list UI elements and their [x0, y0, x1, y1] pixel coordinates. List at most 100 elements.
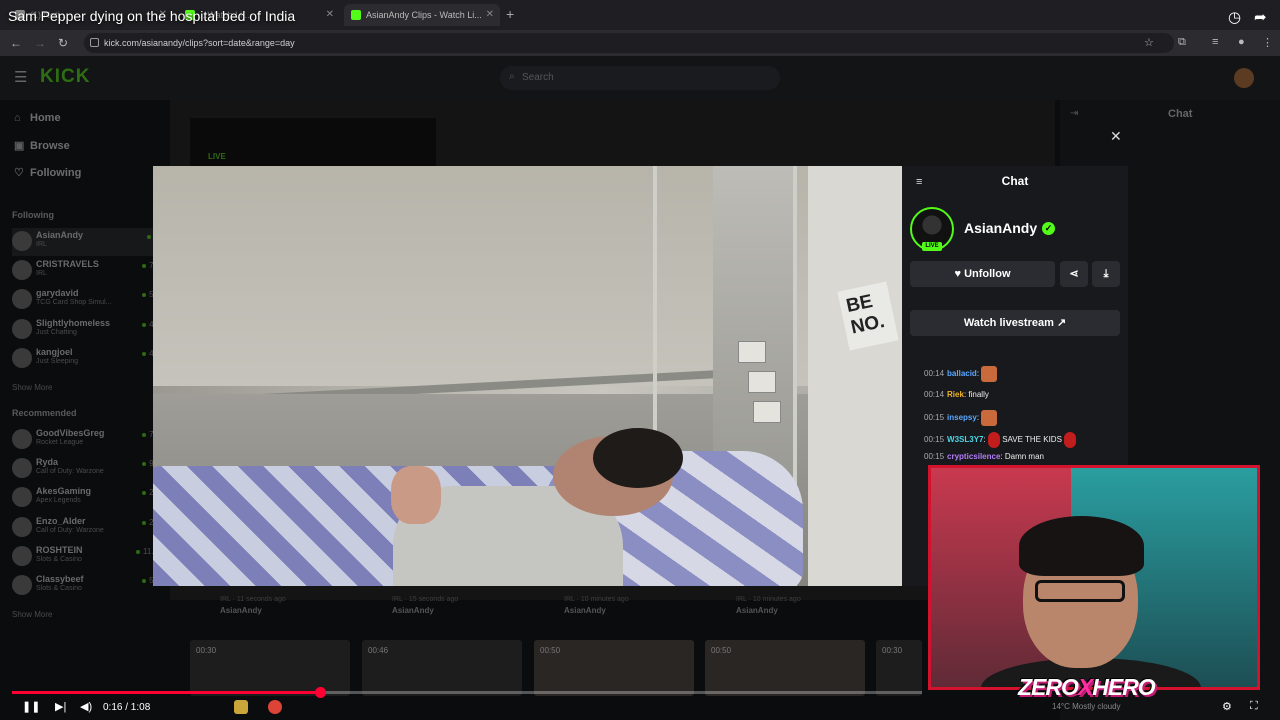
video-scene [748, 371, 776, 393]
menu-icon[interactable]: ☰ [14, 68, 27, 86]
forward-icon[interactable]: → [34, 36, 46, 50]
reload-icon[interactable]: ↻ [58, 36, 68, 50]
channel-item[interactable]: AkesGamingApex Legends26 [12, 484, 162, 512]
clip-thumbnail[interactable]: 00:30 [876, 640, 922, 696]
settings-icon[interactable]: ⚙ [1222, 700, 1232, 713]
following-heading: Following [12, 210, 54, 220]
progress-scrubber[interactable] [314, 687, 326, 698]
video-progress-bar[interactable] [12, 687, 922, 698]
message-text: Damn man [1004, 452, 1044, 461]
browser-tab-active[interactable]: AsianAndy Clips - Watch Li... ✕ [344, 4, 500, 26]
weather-widget[interactable]: 14°C Mostly cloudy [1052, 702, 1121, 711]
channel-item[interactable]: GoodVibesGregRocket League75 [12, 426, 162, 454]
channel-item[interactable]: CRISTRAVELSIRL73 [12, 257, 162, 285]
channel-item[interactable]: RydaCall of Duty: Warzone94 [12, 455, 162, 483]
message-time: 00:15 [924, 452, 945, 461]
chat-title: Chat [1001, 174, 1029, 188]
avatar [12, 348, 32, 368]
avatar [12, 260, 32, 280]
fullscreen-icon[interactable]: ⛶ [1250, 700, 1258, 713]
browser-menu-icon[interactable]: ⋮ [1262, 36, 1273, 49]
chat-menu-icon[interactable]: ≡ [916, 176, 922, 188]
unfollow-button[interactable]: ♥ Unfollow [910, 261, 1055, 287]
clip-thumbnail[interactable]: 00:46 [362, 640, 522, 696]
tab-close-icon[interactable]: ✕ [486, 9, 494, 20]
channel-item[interactable]: SlightlyhomelessJust Chatting45 [12, 316, 162, 344]
clip-meta[interactable]: IRL · 15 seconds ago AsianAndy [392, 594, 458, 616]
show-more-recommended[interactable]: Show More [12, 610, 52, 619]
logo-text: ZERO [1018, 674, 1079, 700]
tab-close-icon[interactable]: ✕ [326, 9, 334, 20]
message-user[interactable]: Riek [947, 390, 964, 399]
volume-icon[interactable]: ◀) [80, 700, 92, 713]
url-field[interactable]: kick.com/asianandy/clips?sort=date&range… [84, 33, 1174, 53]
file-explorer-icon[interactable] [234, 700, 248, 714]
video-time: 0:16 / 1:08 [103, 702, 151, 713]
media-controls-icon[interactable]: ≡ [1212, 36, 1218, 48]
clip-thumbnail[interactable]: 00:50 [534, 640, 694, 696]
chrome-icon[interactable] [268, 700, 282, 714]
channel-item[interactable]: garydavidTCG Card Shop Simul...53 [12, 286, 162, 314]
channel-name: Slightlyhomeless [36, 318, 111, 328]
clip-author: AsianAndy [736, 606, 778, 615]
avatar [12, 289, 32, 309]
clip-thumbnail[interactable]: 00:50 [705, 640, 865, 696]
nav-label: Home [30, 112, 61, 124]
clip-video-player[interactable]: BE NO. [153, 166, 902, 586]
share-button[interactable]: ⋖ [1060, 261, 1088, 287]
video-scene [753, 401, 781, 423]
user-avatar[interactable] [1234, 68, 1254, 88]
back-icon[interactable]: ← [10, 36, 22, 50]
next-icon[interactable]: ▶| [55, 700, 66, 713]
avatar [12, 429, 32, 449]
streamer-name[interactable]: AsianAndy [964, 220, 1037, 236]
download-button[interactable]: ⤓ [1092, 261, 1120, 287]
profile-icon[interactable]: ● [1238, 36, 1245, 48]
progress-fill [12, 691, 320, 694]
chat-message: 00:15 W3SL3Y7: SAVE THE KIDS [924, 432, 1077, 448]
player-controls: ❚❚ ▶| ◀) 0:16 / 1:08 14°C Mostly cloudy … [0, 698, 1280, 720]
clip-meta[interactable]: IRL · 10 minutes ago AsianAndy [736, 594, 801, 616]
unfollow-label: Unfollow [964, 268, 1011, 280]
kick-logo[interactable]: KICK [40, 66, 90, 88]
message-user[interactable]: ballacid [947, 369, 977, 378]
emote-icon [987, 432, 1000, 448]
home-icon: ⌂ [14, 112, 21, 124]
watch-livestream-label: Watch livestream [963, 317, 1054, 329]
channel-item[interactable]: kangjoelJust Sleeping47 [12, 345, 162, 373]
nav-following[interactable]: ♡ Following [14, 166, 81, 179]
show-more-following[interactable]: Show More [12, 383, 52, 392]
bookmark-star-icon[interactable]: ☆ [1144, 36, 1154, 49]
channel-name: Ryda [36, 457, 59, 467]
nav-home[interactable]: ⌂ Home [14, 112, 61, 124]
share-icon[interactable]: ➦ [1254, 8, 1267, 26]
channel-item[interactable]: ROSHTEIN Slots & Casino 11.4 [12, 543, 162, 571]
message-time: 00:14 [924, 390, 945, 399]
channel-item[interactable]: AsianAndyIRL2 [12, 228, 162, 256]
extensions-icon[interactable]: ⧉ [1178, 36, 1186, 49]
clip-meta[interactable]: IRL · 11 seconds ago AsianAndy [220, 594, 286, 616]
channel-category: TCG Card Shop Simul... [36, 299, 112, 306]
pause-icon[interactable]: ❚❚ [22, 700, 40, 713]
clip-meta[interactable]: IRL · 10 minutes ago AsianAndy [564, 594, 629, 616]
nav-browse[interactable]: ▣ Browse [14, 139, 70, 152]
kick-sidebar: ⌂ Home ▣ Browse ♡ Following Following Asian… [0, 100, 170, 720]
new-tab-icon[interactable]: + [506, 6, 514, 22]
download-icon: ⤓ [1103, 268, 1109, 280]
avatar [12, 458, 32, 478]
emote-icon [981, 410, 998, 426]
kick-search-input[interactable]: ⌕ Search [500, 66, 780, 90]
live-badge: LIVE [922, 242, 942, 251]
collapse-chat-icon[interactable]: ⇥ [1070, 108, 1078, 119]
channel-item[interactable]: Enzo_AlderCall of Duty: Warzone23 [12, 514, 162, 542]
close-modal-icon[interactable]: ✕ [1110, 128, 1122, 145]
channel-item[interactable]: ClassybeefSlots & Casino51 [12, 572, 162, 600]
live-badge: LIVE [208, 152, 226, 161]
message-user[interactable]: insepsy [947, 413, 977, 422]
clip-thumbnail[interactable]: 00:30 [190, 640, 350, 696]
watch-later-icon[interactable]: ◷ [1228, 8, 1241, 26]
site-info-icon[interactable] [90, 38, 99, 47]
message-user[interactable]: W3SL3Y7 [947, 435, 983, 444]
watch-livestream-button[interactable]: Watch livestream ↗ [910, 310, 1120, 336]
message-user[interactable]: crypticsilence [947, 452, 1000, 461]
